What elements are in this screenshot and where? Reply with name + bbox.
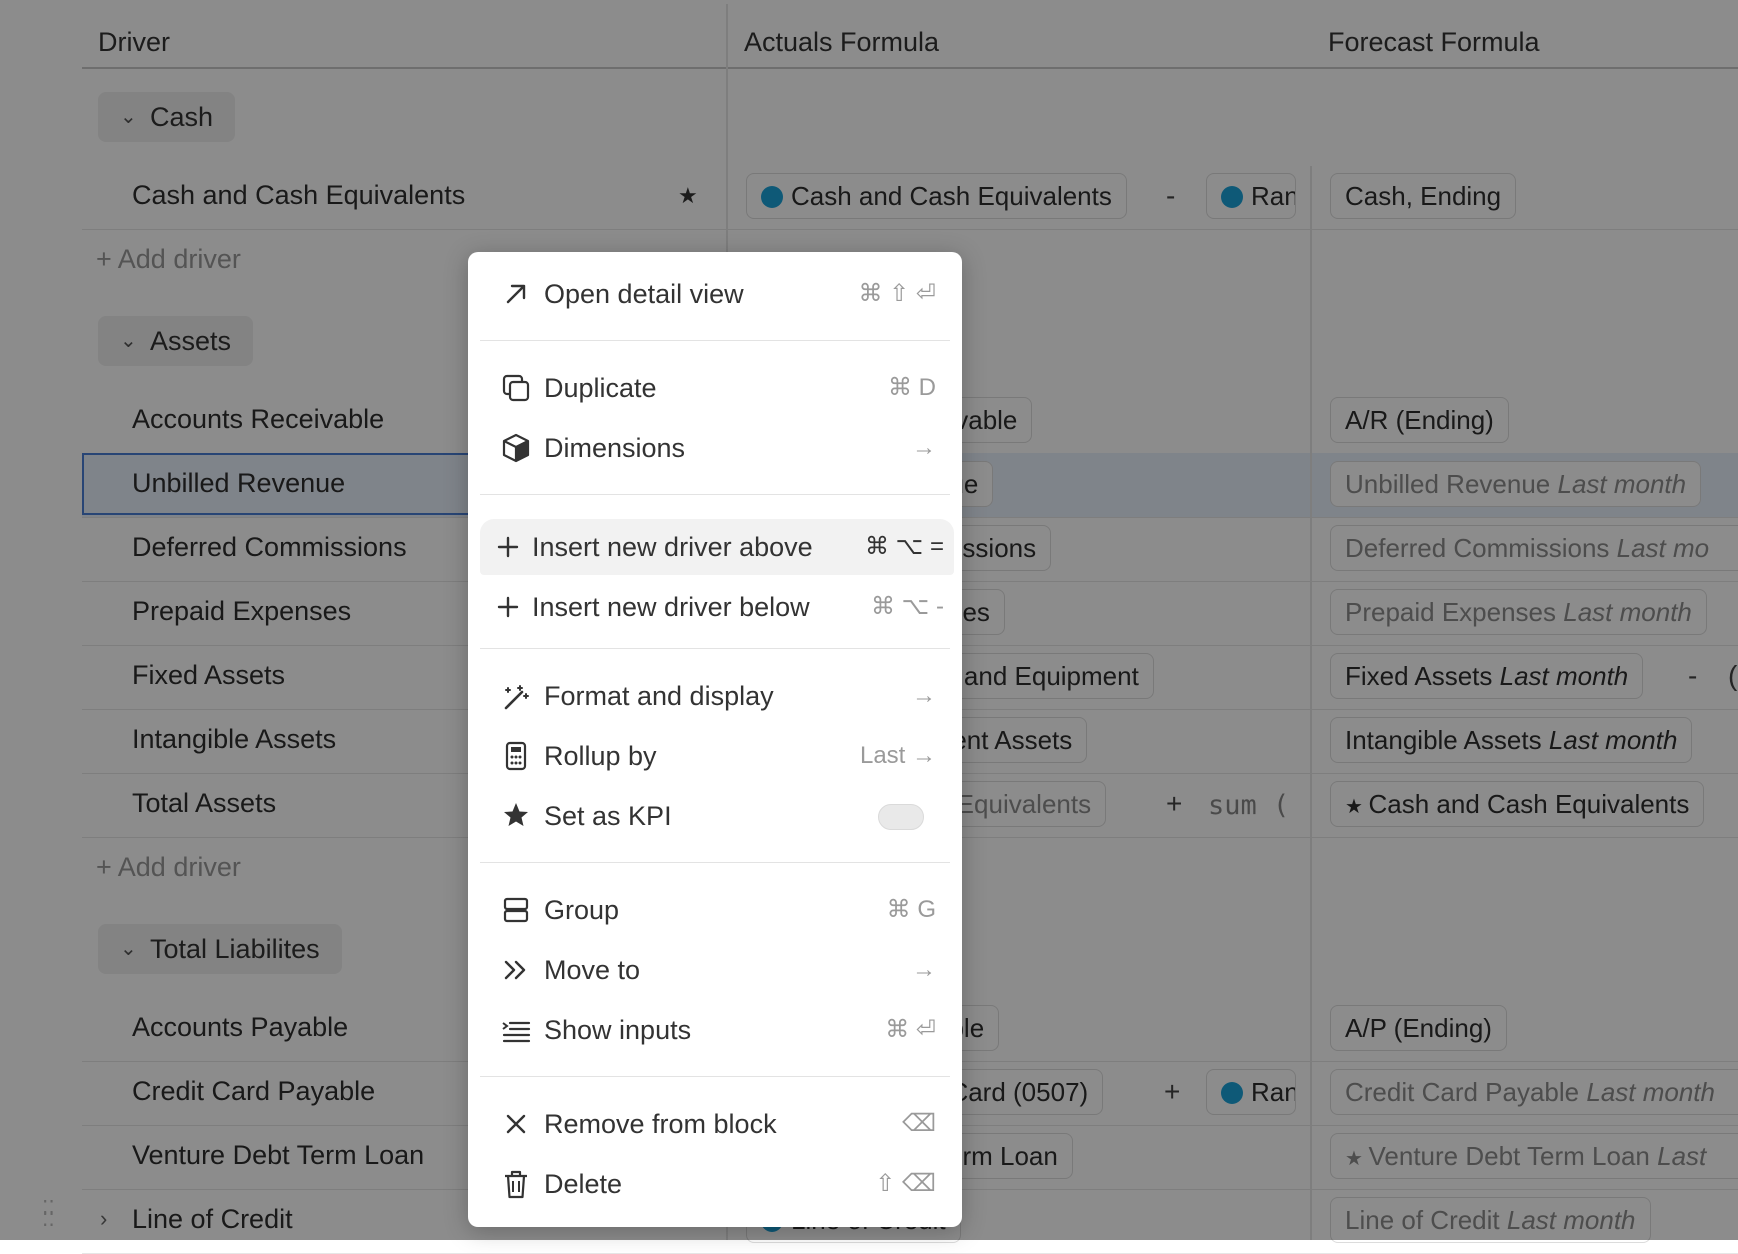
calculator-icon xyxy=(505,741,527,771)
kpi-toggle[interactable] xyxy=(878,804,924,830)
menu-item-move-to[interactable]: Move to → xyxy=(480,942,950,998)
menu-separator xyxy=(480,1076,950,1077)
double-chevron-right-icon xyxy=(504,960,526,980)
copy-icon xyxy=(502,374,530,402)
context-menu: Open detail view ⌘ ⇧ ⏎ Duplicate ⌘ D Dim… xyxy=(468,252,962,1227)
menu-item-open-detail-view[interactable]: Open detail view ⌘ ⇧ ⏎ xyxy=(480,266,950,322)
menu-item-duplicate[interactable]: Duplicate ⌘ D xyxy=(480,360,950,416)
list-indent-icon xyxy=(502,1021,531,1043)
menu-separator xyxy=(480,862,950,863)
plus-icon xyxy=(497,536,519,558)
star-icon xyxy=(504,803,528,826)
menu-separator xyxy=(480,340,950,341)
driver-table-view: Driver Actuals Formula Forecast Formula … xyxy=(0,0,1738,1254)
magic-wand-icon xyxy=(504,685,529,710)
menu-item-group[interactable]: Group ⌘ G xyxy=(480,882,950,938)
menu-separator xyxy=(480,494,950,495)
menu-item-show-inputs[interactable]: Show inputs ⌘ ⏎ xyxy=(480,1002,950,1058)
menu-item-delete[interactable]: Delete ⇧ ⌫ xyxy=(480,1156,950,1212)
plus-icon xyxy=(497,596,519,618)
menu-item-set-as-kpi[interactable]: Set as KPI xyxy=(480,788,950,844)
menu-item-remove-from-block[interactable]: Remove from block ⌫ xyxy=(480,1096,950,1152)
menu-item-insert-driver-above[interactable]: Insert new driver above ⌘ ⌥ = xyxy=(480,519,954,575)
menu-item-dimensions[interactable]: Dimensions → xyxy=(480,420,950,476)
arrow-up-right-icon xyxy=(506,284,526,304)
close-icon xyxy=(506,1114,526,1134)
menu-item-rollup-by[interactable]: Rollup by Last → xyxy=(480,728,950,784)
cube-icon xyxy=(502,433,530,463)
menu-item-format-and-display[interactable]: Format and display → xyxy=(480,668,950,724)
trash-icon xyxy=(505,1170,527,1199)
menu-separator xyxy=(480,648,950,649)
menu-item-insert-driver-below[interactable]: Insert new driver below ⌘ ⌥ - xyxy=(480,579,954,635)
group-icon xyxy=(503,897,529,923)
